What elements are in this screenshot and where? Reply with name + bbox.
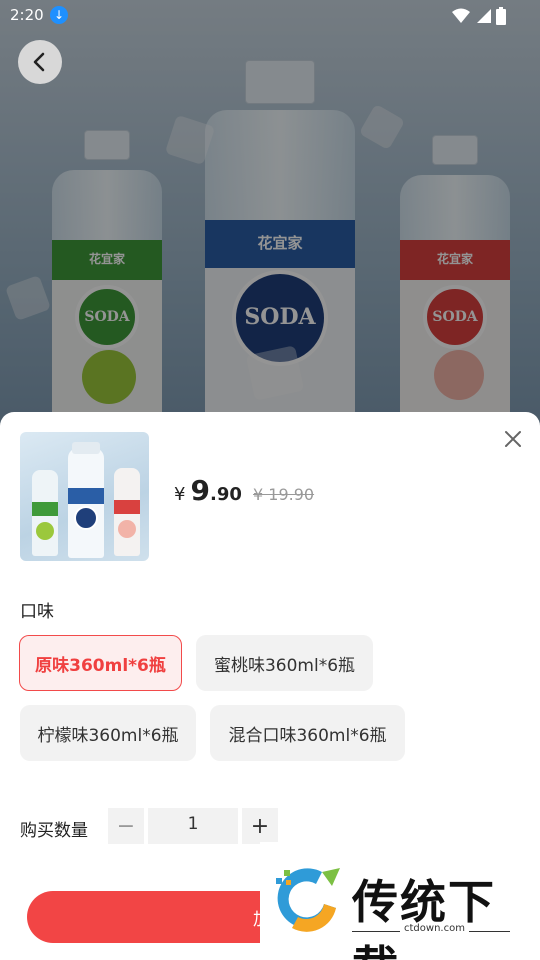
- original-price: ¥ 19.90: [253, 485, 315, 504]
- status-icons: [452, 6, 506, 25]
- status-bar: 2:20 ↓: [0, 0, 540, 32]
- price-display: ¥ 9.90 ¥ 19.90: [174, 474, 314, 507]
- currency-symbol: ¥: [174, 484, 186, 505]
- price-decimal: .90: [210, 484, 242, 505]
- back-button[interactable]: [18, 40, 62, 84]
- flavor-option-peach[interactable]: 蜜桃味360ml*6瓶: [196, 635, 373, 691]
- battery-icon: [496, 6, 506, 25]
- decrease-button[interactable]: −: [108, 808, 144, 844]
- watermark-title: 传统下载: [352, 875, 496, 960]
- flavor-option-lemon[interactable]: 柠檬味360ml*6瓶: [20, 705, 196, 761]
- watermark: 传统下载 ctdown.com: [260, 842, 540, 960]
- quantity-input[interactable]: 1: [148, 808, 238, 844]
- modal-overlay[interactable]: [0, 0, 540, 430]
- quantity-label: 购买数量: [20, 821, 88, 841]
- quantity-stepper: − 1 +: [108, 808, 278, 844]
- signal-icon: [477, 8, 492, 23]
- flavor-option-original[interactable]: 原味360ml*6瓶: [19, 635, 182, 691]
- download-icon: ↓: [50, 6, 68, 24]
- flavor-option-mixed[interactable]: 混合口味360ml*6瓶: [210, 705, 405, 761]
- chevron-left-icon: [33, 52, 45, 72]
- product-hero-image: 花宜家 SODA 花宜家 SODA 花宜家 SODA: [0, 0, 540, 430]
- wifi-icon: [452, 8, 471, 23]
- product-thumbnail: [20, 432, 149, 561]
- increase-button[interactable]: +: [242, 808, 278, 844]
- price-integer: 9: [190, 474, 211, 507]
- watermark-url: ctdown.com: [400, 923, 469, 934]
- status-time: 2:20: [10, 6, 44, 24]
- close-icon[interactable]: [502, 428, 524, 450]
- watermark-logo-icon: [276, 868, 340, 932]
- flavor-label: 口味: [20, 602, 54, 622]
